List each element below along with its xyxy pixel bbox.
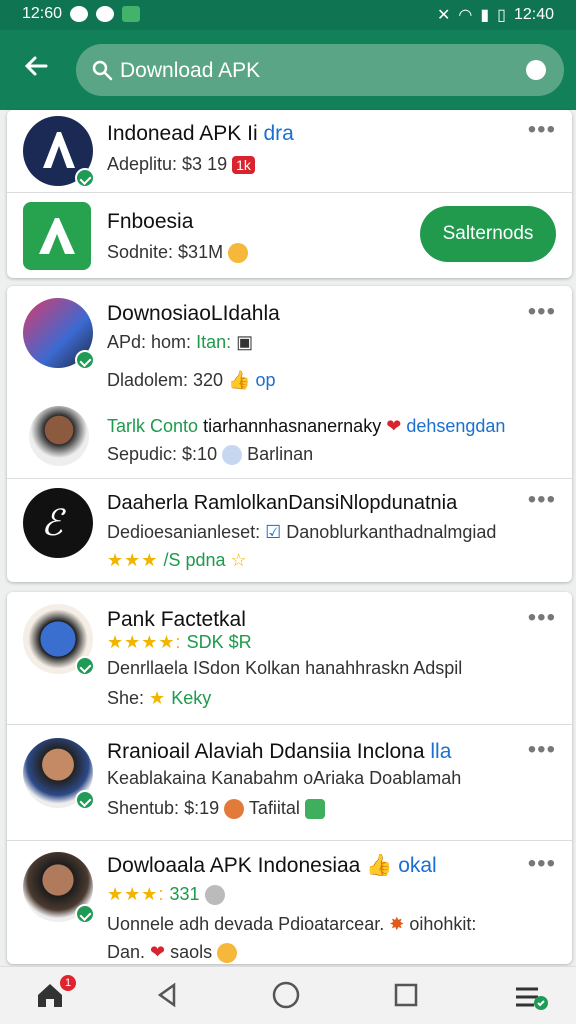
like-icon: 👍 <box>228 370 251 390</box>
more-options-icon[interactable]: ••• <box>528 298 556 326</box>
app-notification-icon <box>122 6 141 22</box>
result-subtitle: Adeplitu: $3 19 1k <box>107 154 255 175</box>
search-input[interactable]: Download APK <box>76 44 564 96</box>
nav-recents-icon[interactable] <box>390 979 426 1015</box>
status-clock: 12:40 <box>513 6 554 23</box>
settings-icon[interactable] <box>512 979 548 1015</box>
more-options-icon[interactable]: ••• <box>528 736 556 764</box>
count-chip: 1k <box>232 156 255 174</box>
search-query: Download APK <box>120 59 261 82</box>
apk-app-icon <box>23 202 91 270</box>
result-row[interactable]: Rranioail Alaviah Ddansiia Inclona lla K… <box>7 726 572 838</box>
home-icon[interactable]: 1 <box>34 975 76 1015</box>
result-row[interactable]: ℰ Daaherla RamlolkanDansiNlopdunatnia De… <box>7 480 572 580</box>
notification-icon <box>70 6 89 22</box>
app-bar: Download APK <box>0 30 576 110</box>
smile-emoji-icon <box>217 943 238 964</box>
result-meta: APd: hom: Itan: ▣ <box>107 332 254 352</box>
result-row[interactable]: DownosiaoLIdahla APd: hom: Itan: ▣ Dlado… <box>7 286 572 476</box>
user-avatar <box>23 738 95 810</box>
result-title: Fnboesia <box>107 210 194 233</box>
result-subtitle: Sepudic: $:10 Barlinan <box>107 444 314 466</box>
app-icon <box>23 298 95 370</box>
back-arrow-icon[interactable] <box>20 50 54 84</box>
result-rating: ★★★★: SDK $R <box>107 632 252 652</box>
result-description: Keablakaina Kanabahm oAriaka Doablamah <box>107 768 462 788</box>
wifi-icon: ◠ <box>458 7 473 24</box>
calendar-emoji-icon <box>304 799 325 820</box>
star-icon: ★ <box>149 688 167 708</box>
verified-badge-icon <box>75 790 95 810</box>
smile-emoji-icon <box>228 243 249 264</box>
like-icon: 👍 <box>366 854 393 877</box>
result-downloads: Dladolem: 320 👍 op <box>107 370 276 390</box>
app-icon: ℰ <box>23 488 93 558</box>
app-icon <box>23 604 95 676</box>
status-time: 12:60 <box>22 5 63 22</box>
results-card-2: DownosiaoLIdahla APd: hom: Itan: ▣ Dlado… <box>7 286 572 582</box>
divider <box>7 724 572 725</box>
check-icon: ☑ <box>265 522 282 542</box>
divider <box>7 478 572 479</box>
result-row[interactable]: Pank Factetkal ★★★★: SDK $R Denrllaela I… <box>7 592 572 722</box>
face-emoji-icon <box>224 799 245 820</box>
result-meta: Dan. ❤ saols <box>107 942 238 964</box>
verified-badge-icon <box>75 168 95 188</box>
status-bar: 12:60 ✕ ◠ ▮ ▯ 12:40 <box>0 0 576 30</box>
result-description: Dedioesanianleset: ☑ Danoblurkanthadnalm… <box>107 522 497 542</box>
results-card-3: Pank Factetkal ★★★★: SDK $R Denrllaela I… <box>7 592 572 964</box>
heart-emoji-icon: ❤ <box>386 416 402 436</box>
mute-icon: ✕ <box>436 7 451 24</box>
battery-icon: ▯ <box>497 7 506 24</box>
result-description: Uonnele adh devada Pdioatarcear. ✸ oihoh… <box>107 914 477 934</box>
face-emoji-icon <box>222 445 243 466</box>
voice-search-icon[interactable] <box>526 60 546 80</box>
result-title: Indonead APK Ii dra <box>107 122 294 145</box>
user-avatar <box>29 406 89 466</box>
result-meta: She: ★ Keky <box>107 688 212 708</box>
nav-home-circle-icon[interactable] <box>270 979 306 1015</box>
result-row[interactable]: Indonead APK Ii dra Adeplitu: $3 19 1k •… <box>7 110 572 192</box>
verified-badge-icon <box>75 904 95 924</box>
result-meta: Shentub: $:19 Tafiital <box>107 798 325 820</box>
bottom-navigation: 1 <box>0 966 576 1024</box>
brand-a-icon <box>43 132 75 168</box>
signal-icon: ▮ <box>480 7 490 24</box>
messenger-icon <box>96 6 115 22</box>
result-description: Denrllaela ISdon Kolkan hanahhraskn Adsp… <box>107 658 463 678</box>
install-button[interactable]: Salternods <box>420 206 556 262</box>
nav-back-icon[interactable] <box>152 979 188 1015</box>
brand-logo-icon: ℰ <box>41 503 63 543</box>
result-row[interactable]: Fnboesia Sodnite: $31M Salternods <box>7 194 572 278</box>
flower-emoji-icon: ✸ <box>389 914 405 934</box>
result-title: Daaherla RamlolkanDansiNlopdunatnia <box>107 492 458 514</box>
more-options-icon[interactable]: ••• <box>528 116 556 144</box>
result-rating: ★★★: 331 <box>107 884 225 906</box>
app-icon <box>23 116 95 188</box>
divider <box>7 840 572 841</box>
home-badge: 1 <box>60 975 76 991</box>
star-icon: ☆ <box>230 550 248 570</box>
result-title: Dowloaala APK Indonesiaa 👍 okal <box>107 854 437 877</box>
more-options-icon[interactable]: ••• <box>528 486 556 514</box>
result-title: Pank Factetkal <box>107 608 246 631</box>
result-row[interactable]: Dowloaala APK Indonesiaa 👍 okal ★★★: 331… <box>7 842 572 964</box>
verified-badge-icon <box>75 656 95 676</box>
verified-badge-icon <box>75 350 95 370</box>
heart-emoji-icon: ❤ <box>150 942 166 962</box>
close-circle-icon <box>204 885 225 906</box>
result-rating: ★★★ /S pdna ☆ <box>107 550 248 570</box>
result-title: Rranioail Alaviah Ddansiia Inclona lla <box>107 740 452 763</box>
user-avatar <box>23 852 95 924</box>
result-subtitle: Sodnite: $31M <box>107 242 249 264</box>
divider <box>7 192 572 193</box>
image-icon: ▣ <box>236 332 254 352</box>
more-options-icon[interactable]: ••• <box>528 604 556 632</box>
search-icon <box>92 60 113 81</box>
result-title: DownosiaoLIdahla <box>107 302 280 325</box>
result-title: Tarlk Conto tiarhannhasnanernaky ❤ dehse… <box>107 416 506 436</box>
more-options-icon[interactable]: ••• <box>528 850 556 878</box>
results-card-1: Indonead APK Ii dra Adeplitu: $3 19 1k •… <box>7 110 572 278</box>
